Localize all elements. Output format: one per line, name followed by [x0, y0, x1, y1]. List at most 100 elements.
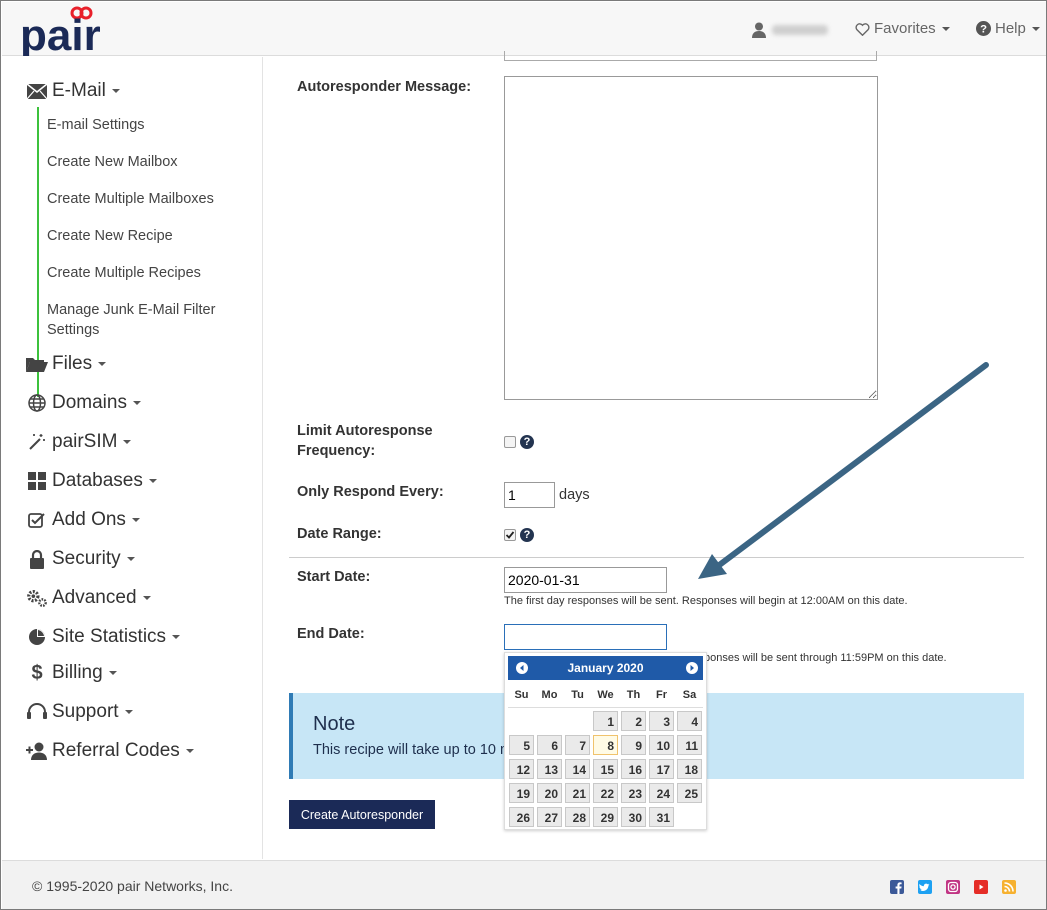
- sidebar-item-site-statistics[interactable]: Site Statistics: [26, 626, 181, 648]
- chevron-down-icon: [131, 518, 140, 522]
- chevron-down-icon: [172, 635, 181, 639]
- gears-icon: [26, 588, 48, 608]
- submenu-item-junk-filter[interactable]: Manage Junk E-Mail Filter Settings: [47, 300, 237, 340]
- submenu-item-create-multiple-recipes[interactable]: Create Multiple Recipes: [47, 263, 237, 283]
- calendar-day[interactable]: 4: [677, 711, 702, 731]
- instagram-icon[interactable]: [946, 880, 960, 894]
- sidebar-item-support[interactable]: Support: [26, 701, 133, 723]
- weekday-header: Su: [514, 689, 529, 701]
- days-label: days: [559, 487, 590, 503]
- sidebar-item-domains[interactable]: Domains: [26, 392, 141, 414]
- pair-logo[interactable]: pair: [20, 4, 101, 60]
- date-range-label: Date Range:: [297, 526, 382, 542]
- calendar-day[interactable]: 17: [649, 759, 674, 779]
- lock-icon: [26, 549, 48, 569]
- sidebar-item-advanced[interactable]: Advanced: [26, 587, 151, 609]
- calendar-day[interactable]: 20: [537, 783, 562, 803]
- main-content: Autoresponder Message: Limit Autorespons…: [264, 51, 1046, 859]
- heart-icon: [855, 22, 870, 36]
- sidebar-item-databases[interactable]: Databases: [26, 470, 157, 492]
- calendar-day[interactable]: 25: [677, 783, 702, 803]
- sidebar-item-email[interactable]: E-Mail: [26, 80, 120, 102]
- youtube-icon[interactable]: [974, 880, 988, 894]
- autoresponder-message-label: Autoresponder Message:: [297, 79, 472, 95]
- calendar-day[interactable]: 15: [593, 759, 618, 779]
- calendar-day[interactable]: 29: [593, 807, 618, 827]
- calendar-day[interactable]: 6: [537, 735, 562, 755]
- username-blurred: [772, 25, 828, 35]
- chevron-down-icon: [111, 89, 120, 93]
- calendar-day[interactable]: 18: [677, 759, 702, 779]
- dollar-icon: $: [31, 661, 43, 684]
- calendar-day[interactable]: 19: [509, 783, 534, 803]
- sidebar-label: Databases: [52, 470, 143, 491]
- submenu-item-email-settings[interactable]: E-mail Settings: [47, 115, 237, 135]
- calendar-day[interactable]: 21: [565, 783, 590, 803]
- chevron-down-icon: [126, 557, 135, 561]
- chevron-down-icon: [941, 26, 950, 31]
- question-circle-icon[interactable]: ?: [520, 528, 534, 542]
- create-autoresponder-button[interactable]: Create Autoresponder: [289, 800, 435, 829]
- calendar-day[interactable]: 11: [677, 735, 702, 755]
- chevron-down-icon: [123, 440, 132, 444]
- calendar-day[interactable]: 3: [649, 711, 674, 731]
- sidebar-item-addons[interactable]: Add Ons: [26, 509, 140, 531]
- sidebar-item-security[interactable]: Security: [26, 548, 135, 570]
- autoresponder-message-textarea[interactable]: [504, 76, 878, 400]
- sidebar-item-referral-codes[interactable]: Referral Codes: [26, 740, 194, 762]
- calendar-day[interactable]: 30: [621, 807, 646, 827]
- favorites-menu[interactable]: Favorites: [855, 20, 950, 37]
- rss-icon[interactable]: [1002, 880, 1016, 894]
- chevron-down-icon: [1031, 26, 1040, 31]
- submenu-item-create-recipe[interactable]: Create New Recipe: [47, 226, 237, 246]
- calendar-day[interactable]: 8: [593, 735, 618, 755]
- footer: © 1995-2020 pair Networks, Inc.: [2, 860, 1046, 909]
- start-date-input[interactable]: [504, 567, 667, 593]
- calendar-day[interactable]: 14: [565, 759, 590, 779]
- facebook-icon[interactable]: [890, 880, 904, 894]
- calendar-day[interactable]: 10: [649, 735, 674, 755]
- submenu-item-create-mailbox[interactable]: Create New Mailbox: [47, 152, 237, 172]
- limit-frequency-checkbox[interactable]: [504, 436, 516, 448]
- calendar-day[interactable]: 28: [565, 807, 590, 827]
- end-date-input[interactable]: [504, 624, 667, 650]
- twitter-icon[interactable]: [918, 880, 932, 894]
- limit-frequency-controls: ?: [504, 435, 534, 449]
- next-month-button[interactable]: [686, 662, 698, 674]
- datepicker-title: January 2020: [567, 661, 644, 675]
- sidebar-item-pairsim[interactable]: pairSIM: [26, 431, 132, 453]
- magic-wand-icon: [26, 432, 48, 452]
- calendar-day[interactable]: 12: [509, 759, 534, 779]
- sidebar-label: Add Ons: [52, 509, 126, 530]
- calendar-day[interactable]: 13: [537, 759, 562, 779]
- sidebar-label: Billing: [52, 662, 103, 683]
- chevron-down-icon: [148, 479, 157, 483]
- question-circle-icon[interactable]: ?: [520, 435, 534, 449]
- calendar-day[interactable]: 9: [621, 735, 646, 755]
- date-range-checkbox[interactable]: [504, 529, 516, 541]
- prev-month-button[interactable]: [516, 662, 528, 674]
- sidebar-item-files[interactable]: Files: [26, 353, 107, 375]
- limit-frequency-label: Limit Autoresponse Frequency:: [297, 423, 433, 459]
- app-window: pair Favorites ? Help E-Mail E-mail Sett…: [0, 0, 1047, 910]
- help-menu[interactable]: ? Help: [976, 20, 1040, 37]
- only-respond-input[interactable]: [504, 482, 555, 508]
- calendar-day[interactable]: 2: [621, 711, 646, 731]
- datepicker-separator: [508, 707, 703, 708]
- calendar-day[interactable]: 23: [621, 783, 646, 803]
- calendar-day[interactable]: 24: [649, 783, 674, 803]
- user-menu[interactable]: [752, 20, 828, 40]
- calendar-day[interactable]: 16: [621, 759, 646, 779]
- note-title: Note: [313, 713, 356, 735]
- sidebar-label: Domains: [52, 392, 127, 413]
- calendar-day[interactable]: 7: [565, 735, 590, 755]
- calendar-day[interactable]: 31: [649, 807, 674, 827]
- submenu-item-create-multiple-mailboxes[interactable]: Create Multiple Mailboxes: [47, 189, 237, 209]
- sidebar-item-billing[interactable]: $ Billing: [26, 662, 117, 684]
- calendar-day[interactable]: 5: [509, 735, 534, 755]
- sidebar-label: Files: [52, 353, 93, 374]
- calendar-day[interactable]: 27: [537, 807, 562, 827]
- calendar-day[interactable]: 22: [593, 783, 618, 803]
- calendar-day[interactable]: 26: [509, 807, 534, 827]
- calendar-day[interactable]: 1: [593, 711, 618, 731]
